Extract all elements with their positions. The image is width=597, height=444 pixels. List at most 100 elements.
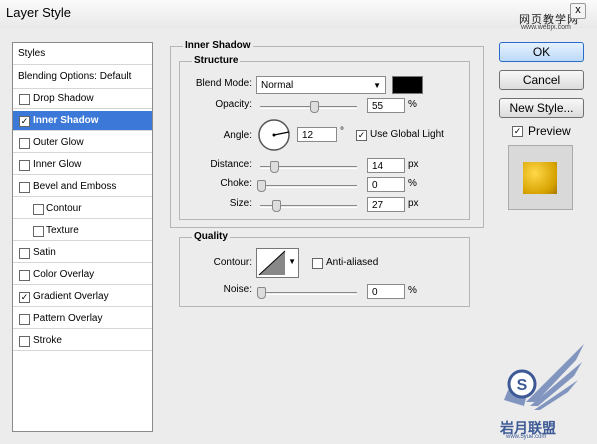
blend-mode-value: Normal (261, 80, 294, 91)
size-slider[interactable] (260, 200, 357, 212)
styles-list: Styles Blending Options: Default Drop Sh… (12, 42, 153, 432)
style-item-label: Inner Glow (33, 159, 82, 170)
cancel-button[interactable]: Cancel (499, 70, 584, 90)
style-item-label: Bevel and Emboss (33, 181, 117, 192)
choke-slider[interactable] (257, 180, 357, 192)
style-item-label: Stroke (33, 335, 62, 346)
style-item-label: Satin (33, 247, 56, 258)
distance-slider-thumb[interactable] (270, 161, 279, 173)
shadow-color-swatch[interactable] (392, 76, 423, 94)
style-item-color-overlay[interactable]: Color Overlay (13, 265, 152, 285)
checkbox-texture[interactable] (33, 226, 44, 237)
wing-logo-icon: S (504, 344, 584, 410)
close-icon: x (575, 4, 581, 16)
checkbox-color-overlay[interactable] (19, 270, 30, 281)
quality-group: Quality (179, 231, 470, 307)
blending-options-label: Blending Options: Default (18, 71, 132, 82)
preview-label: Preview (528, 124, 571, 138)
blend-mode-select[interactable]: Normal ▼ (256, 76, 386, 94)
checkbox-stroke[interactable] (19, 336, 30, 347)
size-label: Size: (229, 198, 252, 209)
style-item-stroke[interactable]: Stroke (13, 331, 152, 351)
choke-label: Choke: (220, 178, 252, 189)
style-item-drop-shadow[interactable]: Drop Shadow (13, 89, 152, 109)
opacity-label: Opacity: (215, 99, 252, 110)
window-title: Layer Style (6, 5, 72, 20)
choke-input[interactable]: 0 (367, 177, 405, 192)
styles-header-label: Styles (18, 48, 46, 59)
opacity-slider[interactable] (260, 101, 357, 113)
noise-slider-thumb[interactable] (257, 287, 266, 299)
opacity-slider-thumb[interactable] (310, 101, 319, 113)
blend-mode-label: Blend Mode: (195, 78, 252, 89)
style-item-label: Drop Shadow (33, 93, 94, 104)
style-item-gradient-overlay[interactable]: ✓ Gradient Overlay (13, 287, 152, 307)
distance-label: Distance: (210, 159, 252, 170)
use-global-light-checkbox[interactable]: ✓ (356, 130, 367, 141)
checkbox-inner-glow[interactable] (19, 160, 30, 171)
style-item-label: Gradient Overlay (33, 291, 109, 302)
size-slider-thumb[interactable] (272, 200, 281, 212)
style-item-satin[interactable]: Satin (13, 243, 152, 263)
styles-header[interactable]: Styles (13, 43, 152, 65)
choke-unit: % (408, 178, 417, 189)
structure-title: Structure (192, 55, 241, 66)
preview-swatch (523, 162, 557, 194)
watermark-logo: S 岩月联盟 www.5yue.com (496, 340, 588, 440)
checkbox-inner-shadow[interactable]: ✓ (19, 116, 30, 127)
style-item-texture[interactable]: Texture (13, 221, 152, 241)
checkbox-contour[interactable] (33, 204, 44, 215)
style-preview-thumbnail (508, 145, 573, 210)
svg-text:S: S (517, 377, 528, 394)
use-global-light-label: Use Global Light (370, 129, 444, 140)
opacity-unit: % (408, 99, 417, 110)
distance-slider[interactable] (260, 161, 357, 173)
style-item-label: Inner Shadow (33, 115, 99, 126)
checkbox-satin[interactable] (19, 248, 30, 259)
style-item-label: Outer Glow (33, 137, 84, 148)
title-bar: Layer Style 网页教学网 www.webjx.com x (0, 0, 597, 31)
checkbox-drop-shadow[interactable] (19, 94, 30, 105)
style-item-bevel-emboss[interactable]: Bevel and Emboss (13, 177, 152, 197)
style-item-label: Color Overlay (33, 269, 95, 280)
new-style-button[interactable]: New Style... (499, 98, 584, 118)
anti-aliased-checkbox[interactable] (312, 258, 323, 269)
blending-options-item[interactable]: Blending Options: Default (13, 65, 152, 89)
style-item-contour[interactable]: Contour (13, 199, 152, 219)
quality-title: Quality (192, 231, 230, 242)
noise-label: Noise: (223, 284, 252, 295)
anti-aliased-label: Anti-aliased (326, 257, 379, 268)
size-input[interactable]: 27 (367, 197, 405, 212)
angle-dial[interactable] (257, 118, 291, 155)
style-item-inner-shadow[interactable]: ✓ Inner Shadow (13, 111, 152, 131)
contour-picker[interactable]: ▼ (256, 248, 299, 278)
noise-slider[interactable] (257, 287, 357, 299)
checkbox-pattern-overlay[interactable] (19, 314, 30, 325)
close-button[interactable]: x (570, 3, 586, 19)
style-item-label: Contour (46, 203, 82, 214)
angle-unit: ° (340, 126, 344, 137)
angle-input[interactable]: 12 (297, 127, 337, 142)
style-item-label: Texture (46, 225, 79, 236)
checkbox-outer-glow[interactable] (19, 138, 30, 149)
style-item-label: Pattern Overlay (33, 313, 103, 324)
contour-curve-icon (258, 250, 286, 276)
opacity-input[interactable]: 55 (367, 98, 405, 113)
preview-checkbox[interactable]: ✓ (512, 126, 523, 137)
distance-input[interactable]: 14 (367, 158, 405, 173)
style-item-inner-glow[interactable]: Inner Glow (13, 155, 152, 175)
watermark-top-url: www.webjx.com (521, 24, 571, 31)
choke-slider-thumb[interactable] (257, 180, 266, 192)
ok-button[interactable]: OK (499, 42, 584, 62)
angle-label: Angle: (223, 130, 252, 141)
checkbox-gradient-overlay[interactable]: ✓ (19, 292, 30, 303)
style-item-pattern-overlay[interactable]: Pattern Overlay (13, 309, 152, 329)
angle-dial-icon (258, 119, 290, 151)
distance-unit: px (408, 159, 419, 170)
checkbox-bevel-emboss[interactable] (19, 182, 30, 193)
style-item-outer-glow[interactable]: Outer Glow (13, 133, 152, 153)
noise-input[interactable]: 0 (367, 284, 405, 299)
noise-unit: % (408, 285, 417, 296)
chevron-down-icon: ▼ (288, 257, 296, 266)
inner-shadow-title: Inner Shadow (183, 40, 253, 51)
